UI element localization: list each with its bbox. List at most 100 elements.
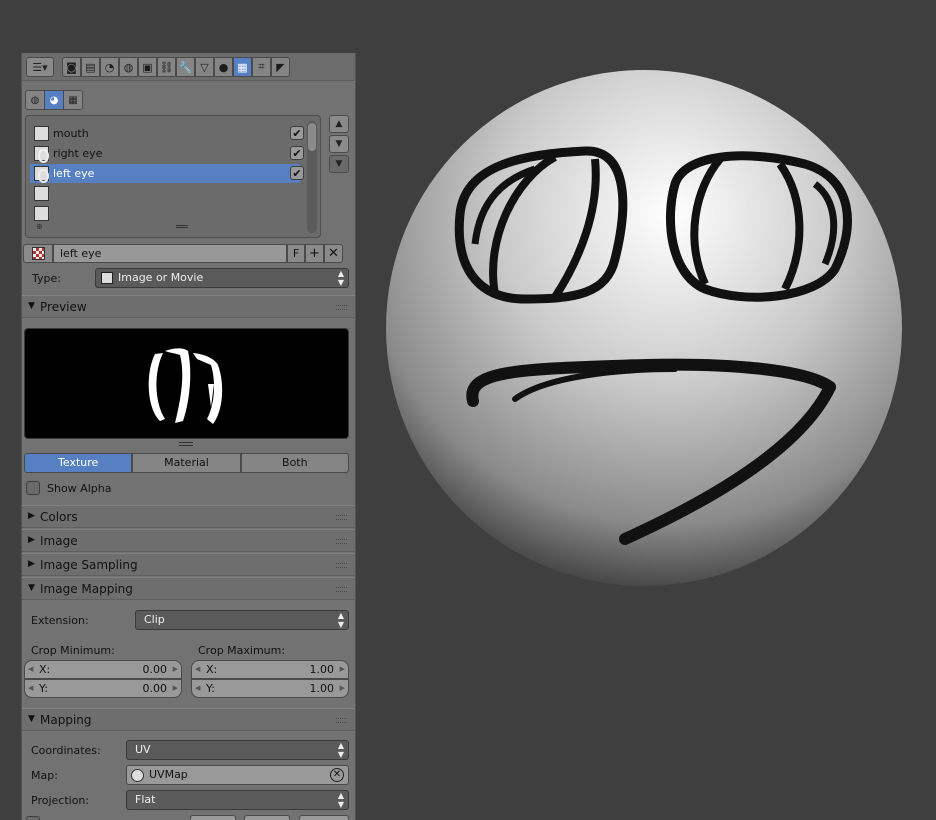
crop-min-x-value: 0.00: [142, 663, 168, 676]
decrement-arrow-icon[interactable]: ◀: [195, 680, 200, 697]
constraints-tab[interactable]: ⛓: [157, 57, 176, 77]
image-sampling-title: Image Sampling: [40, 558, 138, 572]
coordinates-value: UV: [135, 743, 151, 756]
projection-dropdown[interactable]: Flat ▲ ▼: [126, 790, 349, 810]
crop-min-x-field[interactable]: ◀ X: 0.00 ▶: [24, 660, 182, 679]
render-icon: ◙: [66, 60, 77, 74]
decrement-arrow-icon[interactable]: ◀: [28, 661, 33, 678]
object-tab[interactable]: ▣: [138, 57, 157, 77]
data-tab[interactable]: ▽: [195, 57, 214, 77]
texture-name-field[interactable]: left eye: [53, 244, 287, 263]
partial-checkbox[interactable]: [26, 816, 40, 820]
material-texture-button[interactable]: ◕: [44, 90, 64, 110]
increment-arrow-icon[interactable]: ▶: [173, 661, 178, 678]
decrement-arrow-icon[interactable]: ◀: [28, 680, 33, 697]
properties-header: ☰▾ ◙ ▤ ◔ ◍ ▣ ⛓ 🔧 ▽ ● ▦ ⌗ ◤: [22, 53, 355, 81]
scrollbar-thumb[interactable]: [308, 123, 316, 151]
texture-slot[interactable]: right eye ✔: [30, 144, 304, 163]
particles-tab[interactable]: ⌗: [252, 57, 271, 77]
clear-field-icon[interactable]: ✕: [330, 768, 344, 782]
world-texture-button[interactable]: ◍: [25, 90, 45, 110]
other-texture-button[interactable]: ▦: [63, 90, 83, 110]
unlink-texture-button[interactable]: ✕: [324, 244, 343, 263]
texture-tab[interactable]: ▦: [233, 57, 252, 77]
expanded-triangle-icon: ▼: [28, 583, 35, 593]
texture-slot[interactable]: [30, 184, 300, 203]
decrement-arrow-icon[interactable]: ◀: [195, 661, 200, 678]
dropdown-arrows-icon: ▲ ▼: [337, 741, 344, 759]
crop-max-y-field[interactable]: ◀ Y: 1.00 ▶: [191, 679, 349, 698]
crop-max-x-value: 1.00: [309, 663, 335, 676]
increment-arrow-icon[interactable]: ▶: [340, 661, 345, 678]
slot-specials-menu-button[interactable]: ▼: [329, 155, 349, 173]
list-expand-icon[interactable]: ⊕: [36, 222, 43, 231]
image-mapping-panel-header[interactable]: ▼ Image Mapping: [22, 577, 355, 600]
coordinates-dropdown[interactable]: UV ▲ ▼: [126, 740, 349, 760]
preview-resize-grip[interactable]: [179, 442, 193, 446]
fake-user-button[interactable]: F: [287, 244, 305, 263]
projection-value: Flat: [135, 793, 156, 806]
modifiers-tab[interactable]: 🔧: [176, 57, 195, 77]
crop-min-y-field[interactable]: ◀ Y: 0.00 ▶: [24, 679, 182, 698]
increment-arrow-icon[interactable]: ▶: [173, 680, 178, 697]
constraints-icon: ⛓: [159, 60, 174, 74]
panel-drag-grip[interactable]: [336, 539, 347, 544]
x-label: X:: [39, 663, 51, 676]
texture-slot[interactable]: left eye ✔: [30, 164, 304, 183]
dropdown-arrows-icon: ▲ ▼: [337, 611, 344, 629]
slot-enabled-checkbox[interactable]: ✔: [290, 146, 304, 160]
partial-field-3[interactable]: [299, 815, 349, 820]
close-icon: ✕: [328, 246, 339, 261]
partial-field-2[interactable]: [244, 815, 290, 820]
world-tab[interactable]: ◍: [119, 57, 138, 77]
texture-list-scrollbar[interactable]: [307, 121, 317, 233]
scene-tab[interactable]: ◔: [100, 57, 119, 77]
eye-preview-image: [148, 348, 223, 424]
texture-icon: ▦: [237, 60, 248, 74]
new-texture-button[interactable]: +: [305, 244, 324, 263]
texture-slot-list[interactable]: mouth ✔ right eye ✔ left eye ✔ ⊕: [25, 115, 321, 238]
panel-drag-grip[interactable]: [336, 305, 347, 310]
slot-enabled-checkbox[interactable]: ✔: [290, 166, 304, 180]
mapping-panel-header[interactable]: ▼ Mapping: [22, 708, 355, 731]
panel-drag-grip[interactable]: [336, 587, 347, 592]
render-tab[interactable]: ◙: [62, 57, 81, 77]
show-alpha-label: Show Alpha: [47, 482, 112, 495]
properties-editor: ☰▾ ◙ ▤ ◔ ◍ ▣ ⛓ 🔧 ▽ ● ▦ ⌗ ◤ ◍ ◕ ▦ mouth ✔ right eye ✔ le…: [21, 53, 356, 820]
move-slot-down-button[interactable]: ▼: [329, 135, 349, 153]
increment-arrow-icon[interactable]: ▶: [340, 680, 345, 697]
partial-field-1[interactable]: [190, 815, 236, 820]
panel-drag-grip[interactable]: [336, 718, 347, 723]
image-sampling-panel-header[interactable]: ▶ Image Sampling: [22, 553, 355, 576]
texture-slot-name: right eye: [53, 147, 103, 160]
world-texture-icon: ◍: [30, 94, 40, 106]
expanded-triangle-icon: ▼: [28, 714, 35, 724]
preview-panel-header[interactable]: ▼ Preview: [22, 295, 355, 318]
extension-dropdown[interactable]: Clip ▲ ▼: [135, 610, 349, 630]
texture-slot[interactable]: mouth ✔: [30, 124, 304, 143]
preview-material-button[interactable]: Material: [132, 453, 241, 473]
colors-panel-header[interactable]: ▶ Colors: [22, 505, 355, 528]
map-label: Map:: [31, 769, 58, 782]
uv-map-field[interactable]: UVMap ✕: [126, 765, 349, 785]
slot-enabled-checkbox[interactable]: ✔: [290, 126, 304, 140]
texture-slot[interactable]: [30, 204, 300, 223]
textured-sphere[interactable]: [385, 69, 903, 587]
material-tab[interactable]: ●: [214, 57, 233, 77]
list-resize-grip[interactable]: [176, 225, 188, 228]
texture-type-dropdown[interactable]: Image or Movie ▲ ▼: [95, 268, 349, 288]
move-slot-up-button[interactable]: ▲: [329, 115, 349, 133]
texture-browse-button[interactable]: [23, 244, 53, 263]
render-layers-icon: ▤: [85, 60, 96, 74]
uv-map-icon: [131, 769, 144, 782]
show-alpha-checkbox[interactable]: [26, 481, 40, 495]
panel-drag-grip[interactable]: [336, 563, 347, 568]
editor-type-menu-button[interactable]: ☰▾: [26, 57, 54, 77]
preview-both-button[interactable]: Both: [240, 453, 349, 473]
render-layers-tab[interactable]: ▤: [81, 57, 100, 77]
physics-tab[interactable]: ◤: [271, 57, 290, 77]
image-panel-header[interactable]: ▶ Image: [22, 529, 355, 552]
panel-drag-grip[interactable]: [336, 515, 347, 520]
crop-max-x-field[interactable]: ◀ X: 1.00 ▶: [191, 660, 349, 679]
preview-texture-button[interactable]: Texture: [24, 453, 133, 473]
